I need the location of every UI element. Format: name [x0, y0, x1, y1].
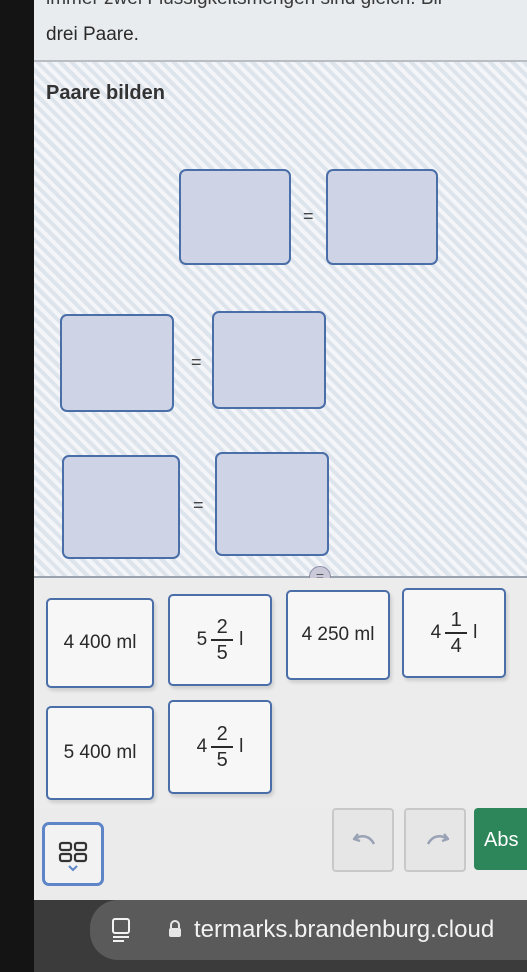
- numerator: 2: [216, 723, 228, 745]
- numerator: 1: [450, 609, 462, 631]
- denominator: 4: [450, 635, 462, 657]
- undo-button[interactable]: [332, 808, 394, 872]
- device-bezel: [0, 0, 34, 972]
- card-4-2-5-l[interactable]: 4 2 5 l: [168, 700, 272, 794]
- unit: l: [473, 622, 478, 643]
- card-label: 4 250 ml: [301, 624, 375, 645]
- denominator: 5: [216, 749, 228, 771]
- mixed-number: 4 2 5 l: [197, 722, 244, 772]
- redo-arrow-icon: [426, 833, 450, 845]
- answer-cards-area: 4 400 ml 5 2 5 l 4 250 ml 4 1 4 l 5 400 …: [34, 578, 527, 808]
- card-label: 4 400 ml: [63, 632, 137, 653]
- redo-button[interactable]: [404, 808, 466, 872]
- unit: l: [239, 629, 244, 650]
- fraction: 1 4: [445, 608, 468, 658]
- pair-3-right-dropzone[interactable]: [215, 452, 329, 556]
- mixed-number: 5 2 5 l: [197, 615, 244, 665]
- fraction: 2 5: [211, 722, 234, 772]
- whole-part: 4: [430, 622, 442, 643]
- url-field[interactable]: termarks.brandenburg.cloud: [90, 900, 527, 960]
- browser-address-bar: termarks.brandenburg.cloud: [34, 900, 527, 972]
- pairs-drop-area: Paare bilden = = =: [34, 62, 527, 576]
- instruction-line-2: drei Paare.: [46, 24, 139, 45]
- pair-1-left-dropzone[interactable]: [179, 169, 291, 265]
- pair-1-equals: =: [303, 206, 314, 226]
- card-4400-ml[interactable]: 4 400 ml: [46, 598, 154, 688]
- pair-2-right-dropzone[interactable]: [212, 311, 326, 409]
- denominator: 5: [216, 642, 228, 664]
- pair-3-left-dropzone[interactable]: [62, 455, 180, 559]
- lock-icon: [169, 920, 181, 937]
- keypad-button[interactable]: [42, 822, 104, 886]
- keypad-grid-icon: [58, 841, 88, 872]
- pairs-title: Paare bilden: [46, 82, 165, 104]
- unit: l: [239, 736, 244, 757]
- whole-part: 4: [196, 736, 208, 757]
- card-4250-ml[interactable]: 4 250 ml: [286, 590, 390, 680]
- bottom-toolbar: Abs: [34, 808, 527, 900]
- app-screen: immer zwei Flüssigkeitsmengen sind gleic…: [34, 0, 527, 900]
- card-5400-ml[interactable]: 5 400 ml: [46, 706, 154, 800]
- card-4-1-4-l[interactable]: 4 1 4 l: [402, 588, 506, 678]
- submit-button[interactable]: Abs: [474, 808, 527, 870]
- reader-mode-icon[interactable]: [112, 918, 132, 942]
- undo-arrow-icon: [352, 833, 376, 845]
- url-text: termarks.brandenburg.cloud: [194, 916, 495, 943]
- card-5-2-5-l[interactable]: 5 2 5 l: [168, 594, 272, 686]
- pair-2-equals: =: [191, 352, 202, 372]
- pair-3-equals: =: [193, 495, 204, 515]
- pair-1-right-dropzone[interactable]: [326, 169, 438, 265]
- whole-part: 5: [196, 629, 208, 650]
- numerator: 2: [216, 616, 228, 638]
- card-label: 5 400 ml: [63, 742, 137, 763]
- mixed-number: 4 1 4 l: [431, 608, 478, 658]
- pair-2-left-dropzone[interactable]: [60, 314, 174, 412]
- instruction-line-1: immer zwei Flüssigkeitsmengen sind gleic…: [46, 0, 442, 14]
- fraction: 2 5: [211, 615, 234, 665]
